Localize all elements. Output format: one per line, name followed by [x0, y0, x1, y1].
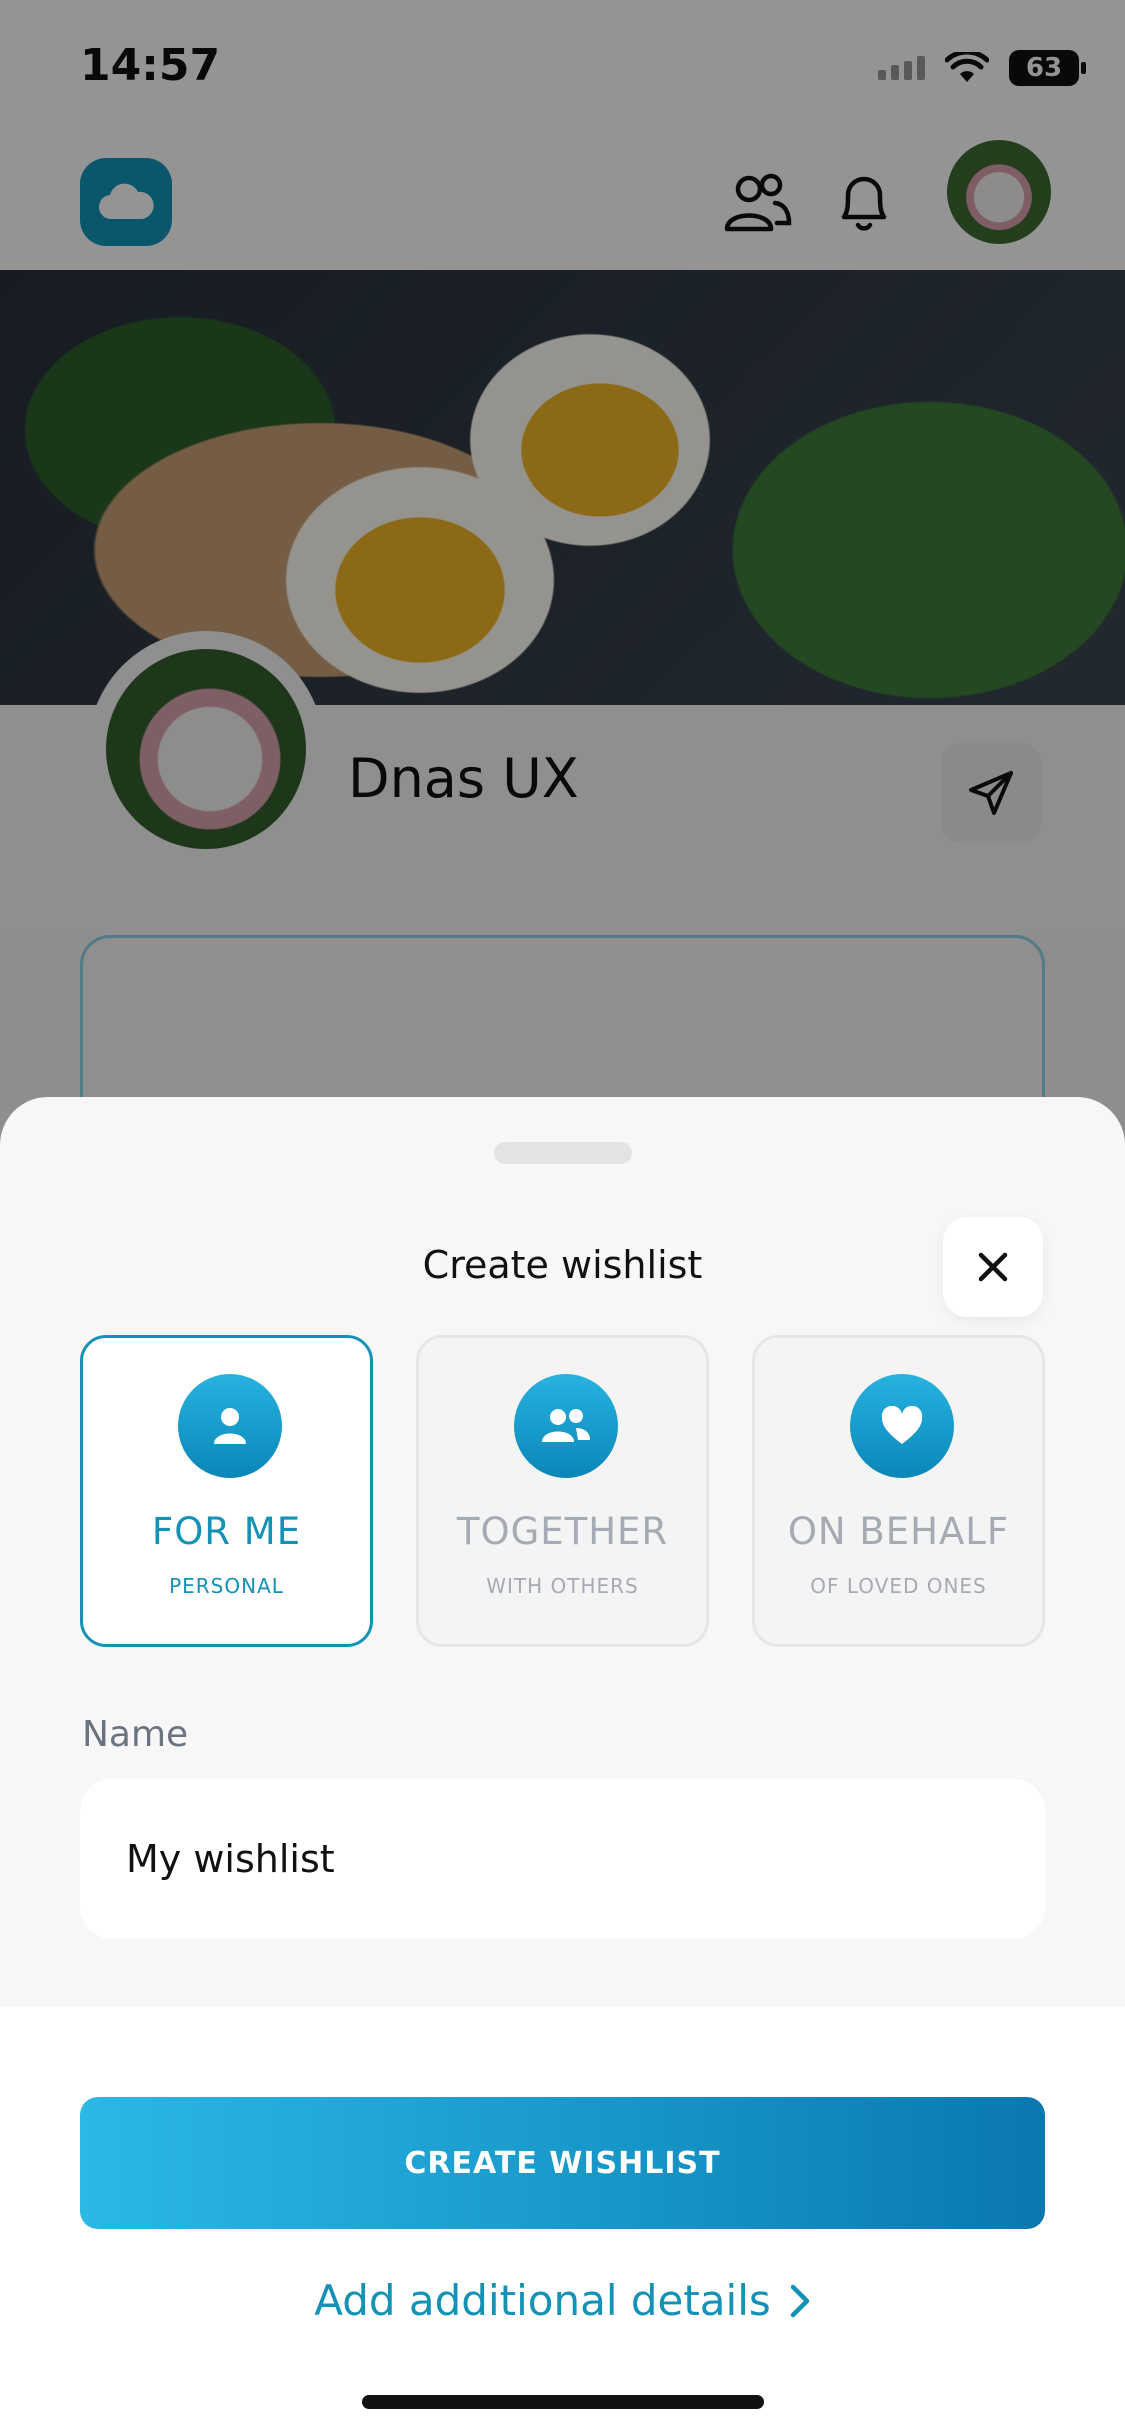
close-button[interactable] [943, 1217, 1043, 1317]
name-field-label: Name [82, 1714, 189, 1755]
option-sublabel: PERSONAL [169, 1574, 284, 1598]
option-label: ON BEHALF [787, 1510, 1010, 1553]
sheet-footer: CREATE WISHLIST Add additional details [0, 2007, 1125, 2436]
home-indicator [362, 2395, 764, 2409]
create-wishlist-button[interactable]: CREATE WISHLIST [80, 2097, 1045, 2229]
sheet-grabber[interactable] [494, 1142, 632, 1164]
option-sublabel: OF LOVED ONES [810, 1574, 987, 1598]
add-details-label: Add additional details [314, 2276, 771, 2325]
option-label: FOR ME [151, 1510, 302, 1553]
option-sublabel: WITH OTHERS [486, 1574, 639, 1598]
wishlist-name-input[interactable] [80, 1779, 1045, 1939]
wishlist-type-options: FOR ME PERSONAL TOGETHER WITH OTHERS ON … [80, 1335, 1045, 1647]
heart-icon [850, 1374, 954, 1478]
screen: 14:57 63 Dnas UX Create wishlist FOR ME … [0, 0, 1125, 2436]
add-details-link[interactable]: Add additional details [0, 2275, 1125, 2326]
people-icon [514, 1374, 618, 1478]
option-together[interactable]: TOGETHER WITH OTHERS [416, 1335, 709, 1647]
option-for-me[interactable]: FOR ME PERSONAL [80, 1335, 373, 1647]
close-icon [978, 1252, 1008, 1282]
option-on-behalf[interactable]: ON BEHALF OF LOVED ONES [752, 1335, 1045, 1647]
chevron-right-icon [790, 2284, 810, 2317]
create-wishlist-sheet: Create wishlist FOR ME PERSONAL TOGETHER… [0, 1097, 1125, 2436]
person-icon [178, 1374, 282, 1478]
option-label: TOGETHER [456, 1510, 669, 1553]
